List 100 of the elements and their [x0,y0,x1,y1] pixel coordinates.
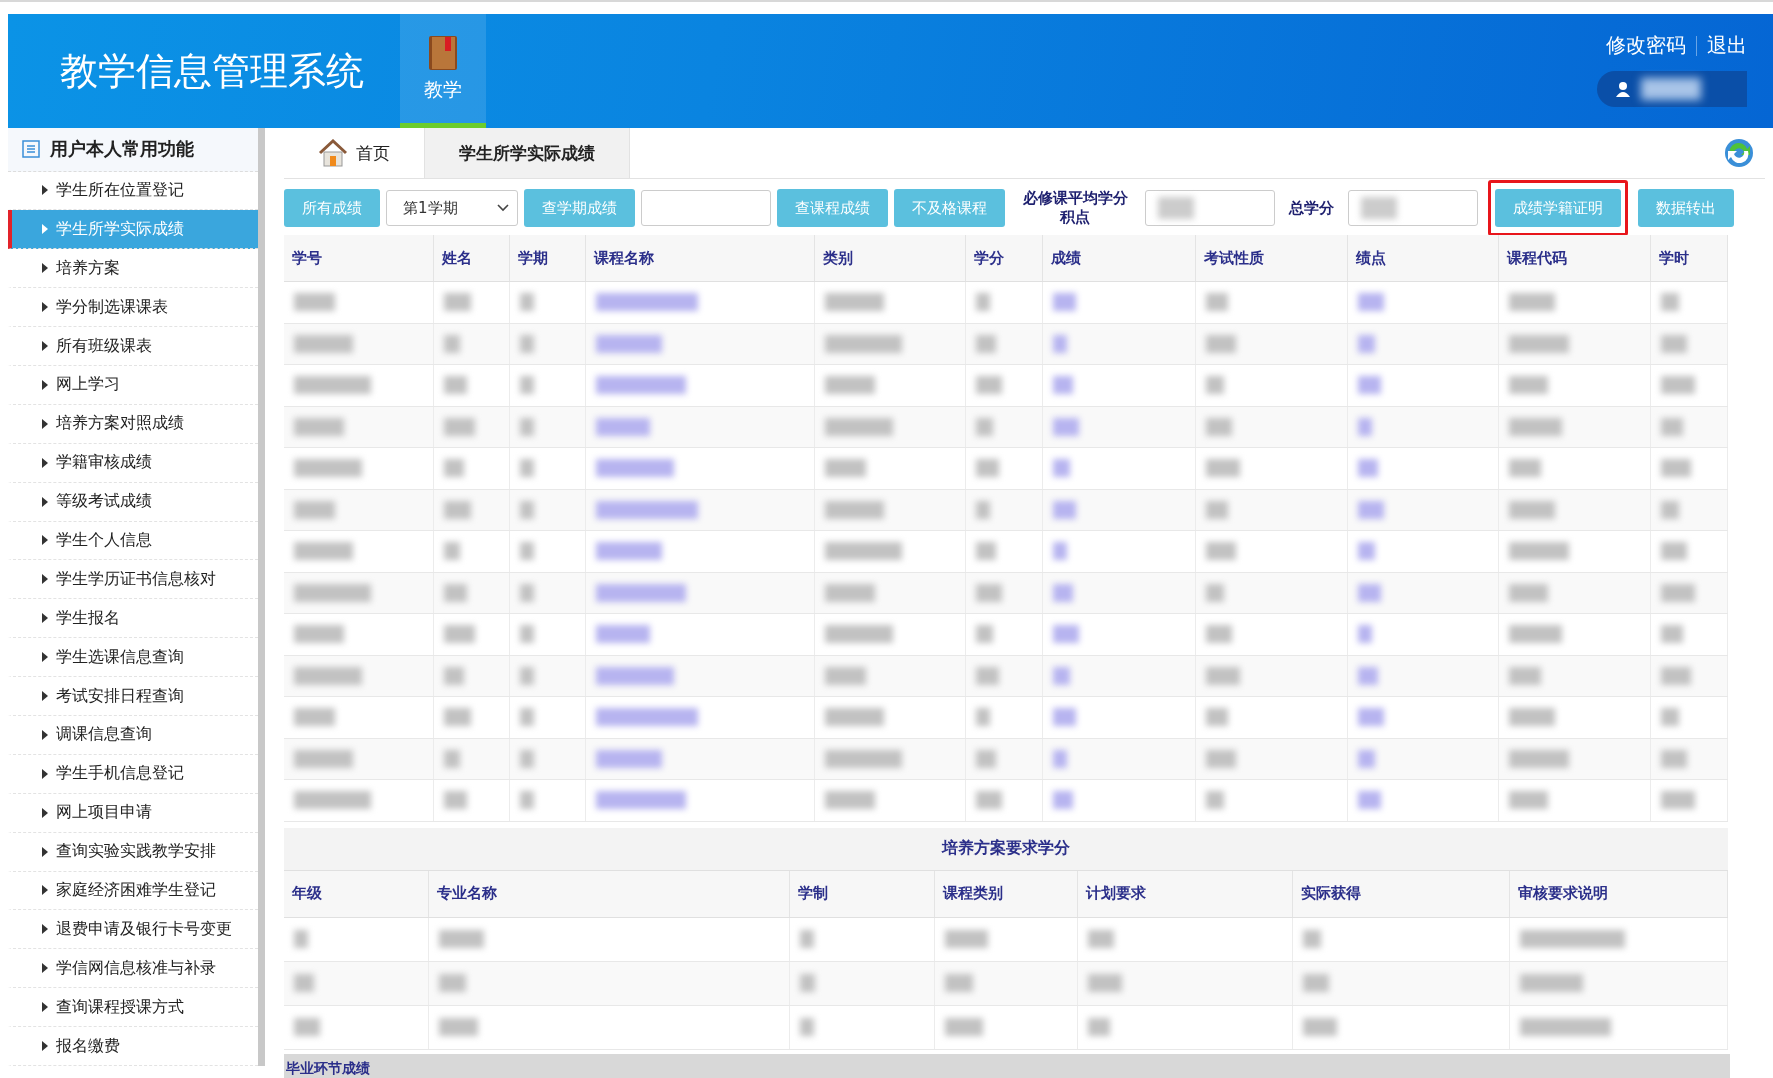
redacted-block [976,417,994,436]
term-select[interactable]: 第1学期 [386,190,518,226]
redacted-block [520,666,535,685]
redacted-block [1357,459,1378,478]
redacted-block [825,708,885,727]
redacted-block [976,376,1003,395]
redacted-block [520,583,535,602]
redacted-block [294,459,362,478]
column-header: 年级 [284,870,430,917]
input-field[interactable] [1145,190,1275,226]
redacted-block [1660,666,1691,685]
redacted-block [520,791,535,810]
redacted-block [520,417,535,436]
redacted-block [1302,1018,1337,1036]
redacted-block [444,293,472,312]
redacted-block [294,334,353,353]
redacted-block [1641,78,1701,100]
redacted-block [294,749,353,768]
redacted-block [1357,542,1375,561]
header-link[interactable]: 修改密码 [1606,32,1686,59]
redacted-block [1052,666,1070,685]
list-icon [22,140,40,159]
redacted-block [1357,583,1381,602]
column-header: 姓名 [434,235,511,281]
caret-icon [42,302,48,313]
redacted-block [1302,974,1329,992]
redacted-block [1660,749,1687,768]
app-title: 教学信息管理系统 [59,47,365,95]
redacted-block [1205,625,1232,644]
redacted-block [1357,708,1384,727]
redacted-block [444,417,476,436]
redacted-block [825,376,876,395]
redacted-block [1508,625,1562,644]
redacted-block [1660,459,1691,478]
redacted-block [1508,542,1569,561]
redacted-block [1660,417,1683,436]
redacted-block [1205,500,1228,519]
redacted-block [1357,749,1375,768]
user-chip[interactable] [1597,71,1747,107]
redacted-block [596,749,663,768]
redacted-block [444,376,468,395]
redacted-block [1508,791,1548,810]
redacted-block [976,791,1003,810]
input-field[interactable] [641,190,771,226]
redacted-block [1660,542,1687,561]
scrollbar[interactable] [258,128,265,1066]
tab[interactable]: 学生所学实际成绩 [425,128,630,178]
redacted-block [1052,334,1067,353]
redacted-block [945,1018,984,1036]
redacted-block [976,749,997,768]
redacted-block [1660,708,1679,727]
caret-icon [42,1002,48,1013]
redacted-block [1357,666,1378,685]
redacted-block [1357,376,1381,395]
redacted-block [1052,459,1070,478]
caret-icon [42,885,48,896]
redacted-block [976,542,997,561]
field-label: 总学分 [1287,198,1335,218]
redacted-block [1052,749,1067,768]
redacted-block [1052,542,1067,561]
redacted-block [976,459,1000,478]
redacted-block [294,500,335,519]
redacted-block [439,974,467,992]
redacted-block [520,542,535,561]
redacted-block [1205,583,1224,602]
redacted-block [294,625,344,644]
redacted-block [439,1018,479,1036]
redacted-block [945,930,989,948]
redacted-block [444,334,461,353]
redacted-block [1508,293,1555,312]
redacted-block [520,625,535,644]
redacted-block [294,1018,320,1036]
redacted-block [1508,583,1548,602]
caret-icon [42,768,48,779]
redacted-block [1205,542,1236,561]
redacted-block [945,974,974,992]
redacted-block [825,625,894,644]
section-title: 毕业环节成绩 [284,1053,1730,1078]
redacted-block [520,334,535,353]
caret-icon [42,379,48,390]
caret-icon [42,574,48,585]
header-link[interactable]: 退出 [1707,32,1747,59]
redacted-block [976,293,991,312]
redacted-block [1302,930,1321,948]
redacted-block [1357,334,1375,353]
redacted-block [520,749,535,768]
redacted-block [825,417,894,436]
redacted-block [1205,749,1236,768]
redacted-block [800,1018,815,1036]
redacted-block [1660,376,1695,395]
input-field[interactable] [1348,190,1478,226]
book-icon [428,34,458,71]
redacted-block [1361,197,1397,219]
redacted-block [1205,293,1228,312]
column-header: 专业名称 [429,870,791,917]
sidebar-title: 用户本人常用功能 [8,128,258,172]
caret-icon [42,1041,48,1052]
refresh-icon[interactable] [1723,137,1755,169]
redacted-block [1508,417,1562,436]
redacted-block [520,708,535,727]
